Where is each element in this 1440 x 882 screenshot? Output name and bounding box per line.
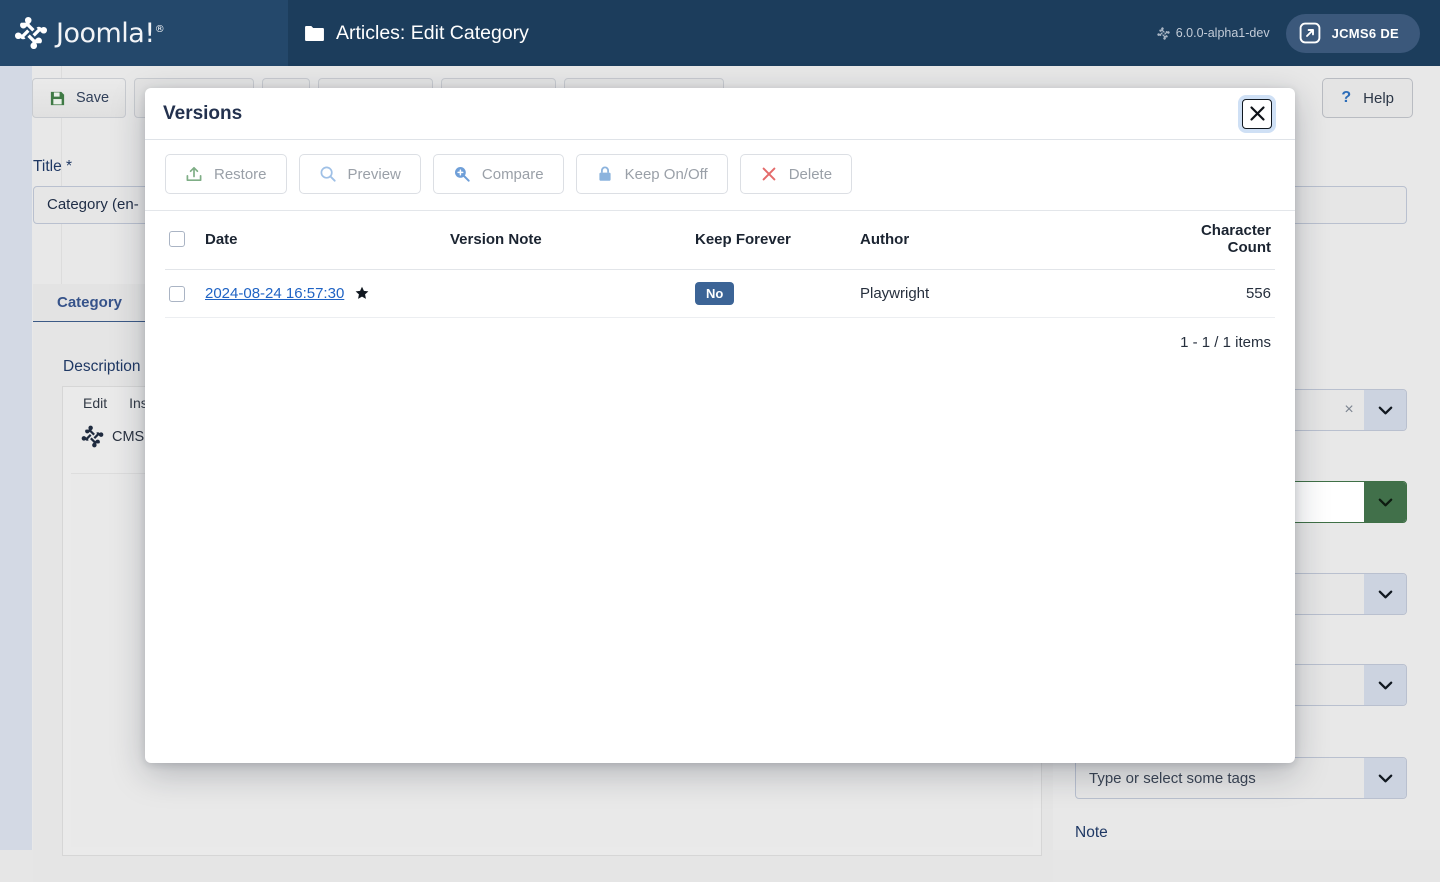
delete-button[interactable]: Delete (740, 154, 852, 194)
times-icon (760, 165, 778, 183)
select-all-checkbox[interactable] (169, 231, 185, 247)
versions-toolbar: Restore Preview Compare Keep On/Off (145, 140, 1295, 211)
search-icon (319, 165, 337, 183)
column-header-author[interactable]: Author (856, 211, 1156, 270)
close-button[interactable] (1242, 99, 1272, 129)
column-header-version-note[interactable]: Version Note (446, 211, 691, 270)
compare-button-label: Compare (482, 166, 544, 183)
row-checkbox[interactable] (169, 286, 185, 302)
pagination-counter: 1 - 1 / 1 items (165, 318, 1275, 351)
row-date-cell: 2024-08-24 16:57:30 (201, 270, 446, 318)
close-icon (1249, 105, 1266, 122)
versions-table-body: 2024-08-24 16:57:30 No Playwright 556 (165, 270, 1275, 318)
search-plus-icon (453, 165, 471, 183)
lock-icon (596, 165, 614, 183)
table-row: 2024-08-24 16:57:30 No Playwright 556 (165, 270, 1275, 318)
upload-icon (185, 165, 203, 183)
row-keep-forever-cell: No (691, 270, 856, 318)
column-header-date[interactable]: Date (201, 211, 446, 270)
column-header-character-count[interactable]: Character Count (1156, 211, 1275, 270)
table-header-row: Date Version Note Keep Forever Author Ch… (165, 211, 1275, 270)
keep-on-off-button-label: Keep On/Off (625, 166, 708, 183)
versions-table-head: Date Version Note Keep Forever Author Ch… (165, 211, 1275, 270)
select-all-header (165, 211, 201, 270)
keep-on-off-button[interactable]: Keep On/Off (576, 154, 728, 194)
status-badge[interactable]: No (695, 282, 734, 305)
version-date-link[interactable]: 2024-08-24 16:57:30 (205, 285, 344, 302)
star-icon[interactable] (355, 286, 369, 300)
row-select-cell (165, 270, 201, 318)
row-author-cell: Playwright (856, 270, 1156, 318)
restore-button[interactable]: Restore (165, 154, 287, 194)
versions-table: Date Version Note Keep Forever Author Ch… (165, 211, 1275, 318)
row-character-count-cell: 556 (1156, 270, 1275, 318)
versions-body: Date Version Note Keep Forever Author Ch… (145, 211, 1295, 763)
restore-button-label: Restore (214, 166, 267, 183)
versions-modal: Versions Restore Preview (145, 88, 1295, 763)
preview-button-label: Preview (348, 166, 401, 183)
preview-button[interactable]: Preview (299, 154, 421, 194)
modal-title: Versions (163, 103, 242, 125)
modal-header: Versions (145, 88, 1295, 140)
column-header-keep-forever[interactable]: Keep Forever (691, 211, 856, 270)
delete-button-label: Delete (789, 166, 832, 183)
compare-button[interactable]: Compare (433, 154, 564, 194)
row-version-note-cell (446, 270, 691, 318)
